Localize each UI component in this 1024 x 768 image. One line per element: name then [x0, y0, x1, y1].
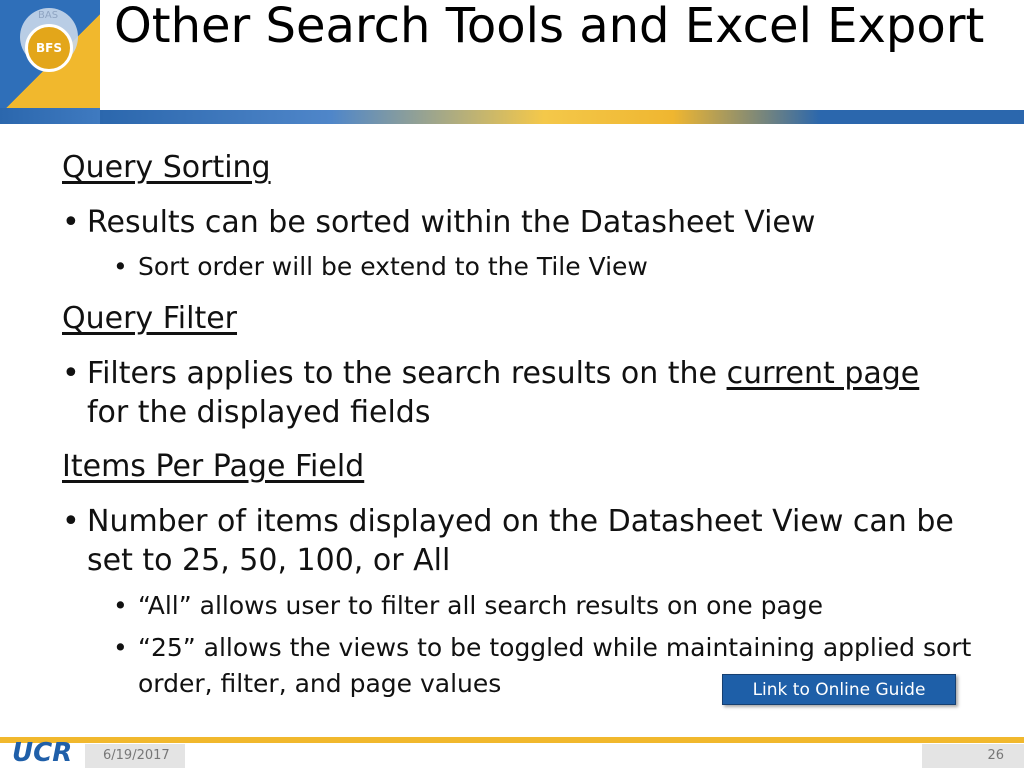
- heading-items-per-page: Items Per Page Field: [62, 449, 365, 484]
- logo-bas-text: BAS: [38, 10, 59, 21]
- bfs-logo: BAS BFS: [0, 0, 100, 108]
- sub-bullet-all: “All” allows user to filter all search r…: [113, 588, 973, 624]
- link-to-online-guide-button[interactable]: Link to Online Guide: [722, 674, 956, 705]
- bullet-sorting: Results can be sorted within the Datashe…: [62, 203, 962, 242]
- slide-header: BAS BFS Other Search Tools and Excel Exp…: [0, 0, 1024, 124]
- bullet-filters: Filters applies to the search results on…: [62, 354, 962, 432]
- footer-page-number: 26: [922, 744, 1024, 768]
- slide-title: Other Search Tools and Excel Export: [114, 0, 985, 54]
- footer-gold-line: [0, 737, 1024, 743]
- heading-query-sorting: Query Sorting: [62, 150, 271, 185]
- heading-query-filter: Query Filter: [62, 301, 238, 336]
- logo-badge: BFS: [25, 24, 73, 72]
- sub-bullet-sort-order: Sort order will be extend to the Tile Vi…: [113, 249, 973, 285]
- header-accent-bar: [100, 110, 1024, 124]
- ucr-logo: UCR: [12, 738, 73, 768]
- header-bar-left: [0, 108, 100, 124]
- footer-date: 6/19/2017: [85, 744, 185, 768]
- bullet-items-count: Number of items displayed on the Datashe…: [62, 502, 962, 580]
- current-page-emphasis: current page: [726, 356, 920, 391]
- filter-text-before: Filters applies to the search results on…: [87, 356, 727, 391]
- filter-text-after: for the displayed fields: [87, 395, 431, 430]
